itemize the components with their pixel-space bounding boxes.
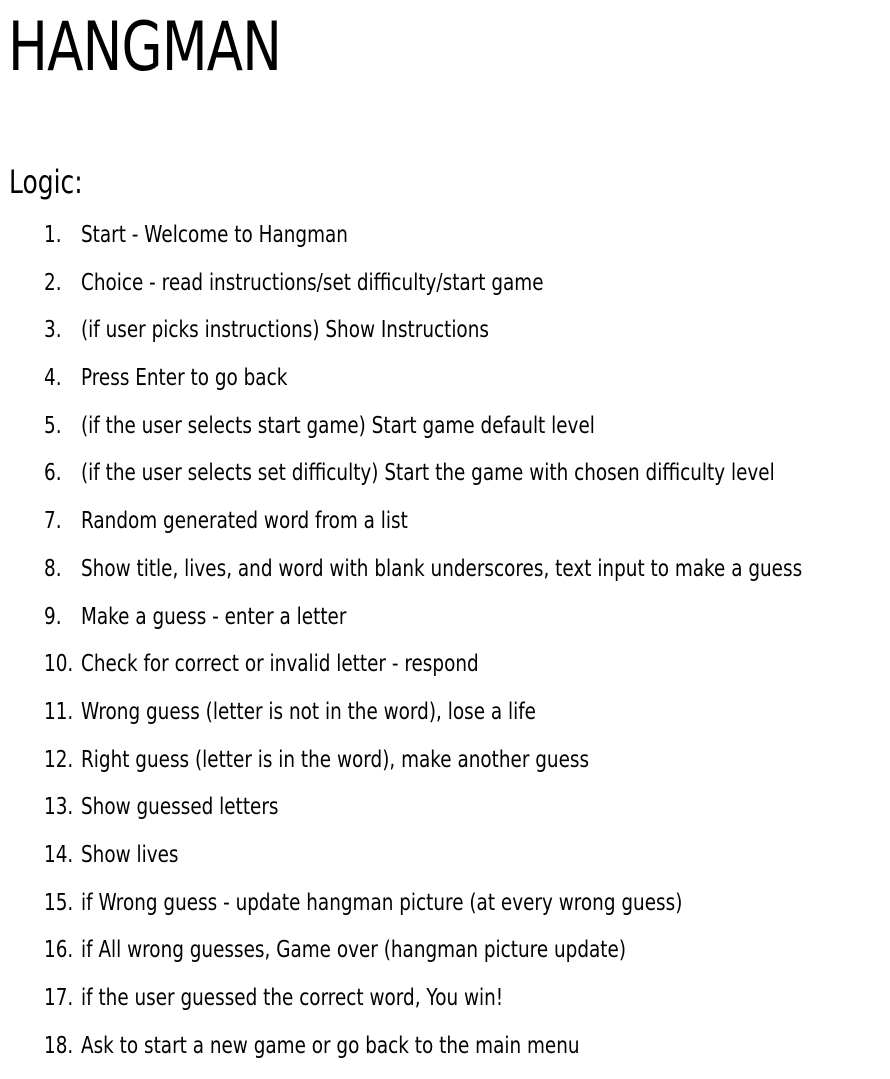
list-item-text: (if the user selects start game) Start g… (81, 412, 595, 439)
list-item-text: Make a guess - enter a letter (81, 603, 347, 630)
list-item-number: 9. (44, 603, 62, 630)
list-item-number: 6. (44, 460, 62, 487)
logic-heading: Logic: (9, 163, 83, 201)
list-item-text: Random generated word from a list (81, 508, 408, 535)
list-item-number: 4. (44, 365, 62, 392)
list-item-text: Show guessed letters (81, 794, 279, 821)
list-item-number: 5. (44, 412, 62, 439)
list-item-text: Show title, lives, and word with blank u… (81, 555, 803, 582)
list-item-number: 3. (44, 317, 62, 344)
list-item-number: 12. (44, 746, 74, 773)
list-item-number: 8. (44, 555, 62, 582)
list-item-text: Start - Welcome to Hangman (81, 222, 348, 248)
list-item-number: 17. (44, 985, 74, 1011)
list-item-number: 11. (44, 698, 74, 725)
list-item-number: 13. (44, 794, 74, 821)
list-item-number: 7. (44, 508, 62, 535)
list-item-text: (if user picks instructions) Show Instru… (81, 317, 489, 344)
list-item-number: 18. (44, 1032, 74, 1059)
list-item-text: Right guess (letter is in the word), mak… (81, 746, 590, 773)
list-item-number: 16. (44, 937, 74, 964)
list-item-number: 15. (44, 889, 74, 916)
list-item-number: 14. (44, 841, 74, 868)
list-item-number: 10. (44, 651, 74, 678)
document-page: HANGMAN Logic: 1. Start - Welcome to Hang… (0, 0, 890, 1079)
list-item-text: if the user guessed the correct word, Yo… (81, 985, 504, 1011)
list-item-text: Press Enter to go back (81, 365, 288, 392)
list-item-number: 2. (44, 269, 62, 296)
list-item-text: if Wrong guess - update hangman picture … (81, 889, 683, 916)
list-item-text: Show lives (81, 841, 179, 868)
list-item-number: 1. (44, 222, 62, 248)
page-title: HANGMAN (8, 8, 282, 87)
list-item-text: Ask to start a new game or go back to th… (81, 1032, 580, 1059)
list-item-text: if All wrong guesses, Game over (hangman… (81, 937, 626, 964)
list-item-text: Choice - read instructions/set difficult… (81, 269, 544, 296)
list-item-text: Check for correct or invalid letter - re… (81, 651, 479, 678)
list-item-text: (if the user selects set difficulty) Sta… (81, 460, 775, 487)
list-item-text: Wrong guess (letter is not in the word),… (81, 698, 537, 725)
